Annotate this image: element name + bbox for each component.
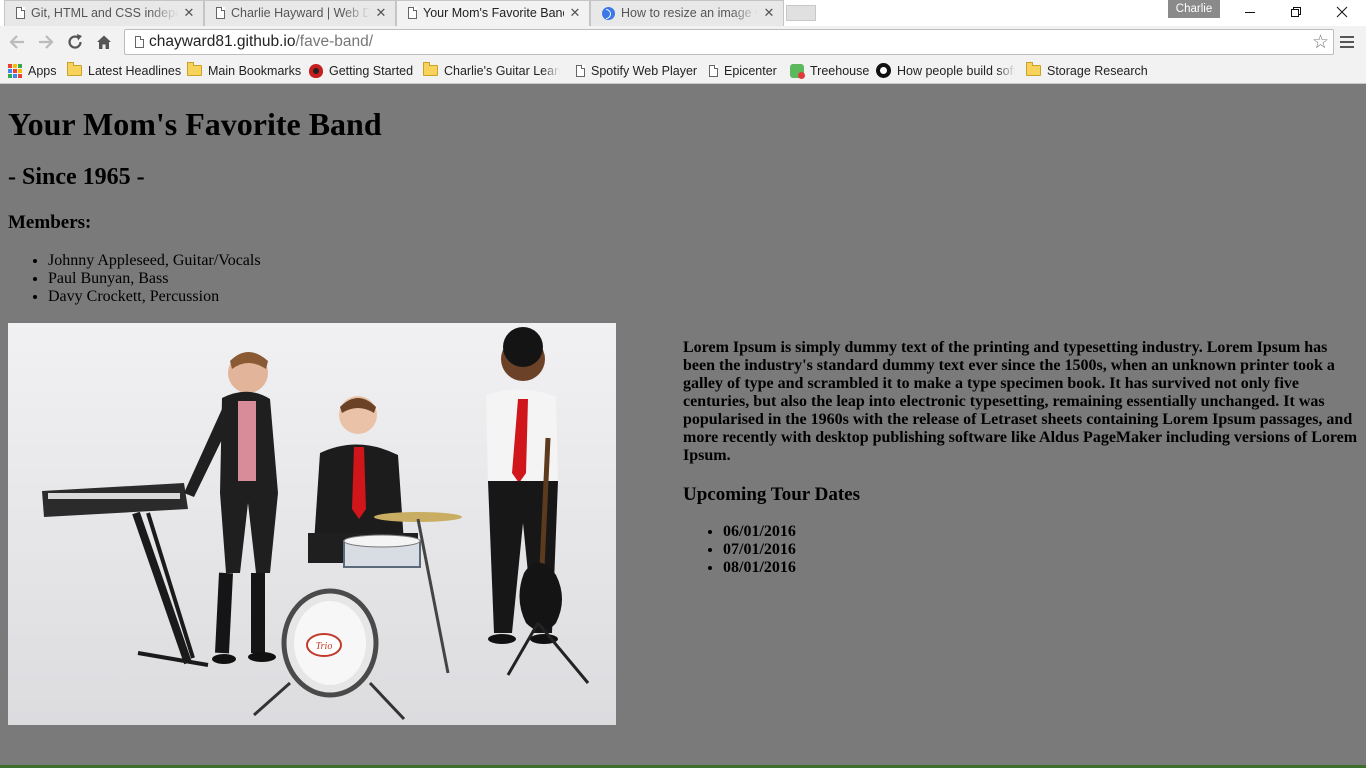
profile-button[interactable]: Charlie — [1168, 0, 1220, 18]
bookmark-label: Getting Started — [329, 63, 414, 78]
tour-dates-list: 06/01/2016 07/01/2016 08/01/2016 — [683, 523, 796, 577]
member-item: Johnny Appleseed, Guitar/Vocals — [48, 252, 261, 270]
tab-title: Charlie Hayward | Web De — [231, 6, 370, 20]
member-item: Paul Bunyan, Bass — [48, 270, 261, 288]
band-photo: Trio — [8, 323, 616, 725]
bookmark-github[interactable]: How people build soft — [876, 58, 1015, 83]
bookmark-label: Spotify Web Player — [591, 63, 698, 78]
page-info-icon[interactable] — [135, 36, 144, 48]
forward-arrow-icon — [39, 35, 54, 49]
close-icon[interactable]: ✕ — [762, 5, 776, 21]
github-icon — [876, 63, 891, 78]
folder-icon — [423, 62, 438, 76]
restore-button[interactable] — [1273, 0, 1319, 24]
bookmark-treehouse[interactable]: Treehouse — [790, 58, 869, 83]
bookmark-label: Latest Headlines — [88, 63, 182, 78]
tab-charlie-hayward[interactable]: Charlie Hayward | Web De ✕ — [204, 0, 396, 26]
bookmark-label: Treehouse — [810, 63, 870, 78]
tour-date-item: 08/01/2016 — [723, 559, 796, 577]
home-icon — [97, 35, 111, 49]
document-icon — [576, 64, 585, 77]
bookmark-guitar-learning[interactable]: Charlie's Guitar Learni — [423, 58, 560, 83]
bookmark-storage-research[interactable]: Storage Research — [1026, 58, 1148, 83]
close-window-button[interactable] — [1319, 0, 1365, 24]
minimize-button[interactable] — [1227, 0, 1273, 24]
tab-resize-image[interactable]: How to resize an image w ✕ — [590, 0, 784, 26]
url-host: chayward81.github.io — [149, 33, 296, 50]
browser-menu-button[interactable] — [1340, 31, 1358, 53]
bookmark-star-icon[interactable]: ☆ — [1312, 31, 1329, 54]
address-bar[interactable]: chayward81.github.io/fave-band/ ☆ — [124, 29, 1334, 55]
members-heading: Members: — [8, 212, 92, 233]
browser-title-bar: Git, HTML and CSS indepe ✕ Charlie Haywa… — [0, 0, 1366, 26]
close-icon[interactable]: ✕ — [568, 5, 582, 21]
bookmark-getting-started[interactable]: Getting Started — [309, 58, 413, 83]
page-title: Your Mom's Favorite Band — [8, 106, 382, 142]
browser-toolbar: chayward81.github.io/fave-band/ ☆ — [0, 26, 1366, 58]
bookmark-label: Storage Research — [1047, 63, 1148, 78]
home-button[interactable] — [92, 30, 116, 54]
reload-button[interactable] — [63, 30, 87, 54]
bookmark-latest-headlines[interactable]: Latest Headlines — [67, 58, 181, 83]
drum-logo: Trio — [316, 641, 333, 652]
page-content: Your Mom's Favorite Band - Since 1965 - … — [0, 84, 1366, 768]
bookmark-spotify[interactable]: Spotify Web Player — [576, 58, 697, 83]
treehouse-icon — [790, 63, 805, 79]
bookmark-label: How people build soft — [897, 63, 1015, 78]
bookmark-label: Apps — [28, 63, 57, 78]
close-icon — [1336, 6, 1348, 18]
folder-icon — [187, 62, 202, 76]
new-tab-button[interactable] — [786, 5, 816, 21]
document-icon — [709, 64, 718, 77]
bookmark-label: Epicenter — [724, 63, 777, 78]
flame-icon — [309, 63, 323, 78]
back-button[interactable] — [5, 30, 29, 54]
document-icon — [16, 7, 25, 19]
band-description: Lorem Ipsum is simply dummy text of the … — [683, 339, 1358, 464]
band-photo-illustration: Trio — [8, 323, 616, 725]
tour-date-item: 07/01/2016 — [723, 541, 796, 559]
bookmarks-bar: Apps Latest Headlines Main Bookmarks Get… — [0, 58, 1366, 84]
bookmark-main-bookmarks[interactable]: Main Bookmarks — [187, 58, 301, 83]
url-text: chayward81.github.io/fave-band/ — [149, 33, 373, 51]
tab-title: Your Mom's Favorite Band — [423, 6, 564, 20]
document-icon — [216, 7, 225, 19]
bookmark-label: Charlie's Guitar Learni — [444, 63, 560, 78]
globe-icon — [602, 6, 615, 20]
minimize-icon — [1245, 12, 1255, 13]
member-item: Davy Crockett, Percussion — [48, 288, 261, 306]
apps-icon — [8, 63, 22, 78]
tab-title: Git, HTML and CSS indepe — [31, 6, 178, 20]
back-arrow-icon — [9, 35, 24, 49]
tab-git-html-css[interactable]: Git, HTML and CSS indepe ✕ — [4, 0, 204, 26]
folder-icon — [67, 62, 82, 76]
tab-title: How to resize an image w — [621, 6, 758, 20]
url-path: /fave-band/ — [295, 33, 374, 50]
since-subtitle: - Since 1965 - — [8, 164, 145, 190]
close-icon[interactable]: ✕ — [374, 5, 388, 21]
tour-heading: Upcoming Tour Dates — [683, 484, 861, 505]
bookmark-epicenter[interactable]: Epicenter — [709, 58, 777, 83]
bookmark-label: Main Bookmarks — [208, 63, 302, 78]
restore-icon — [1291, 7, 1301, 17]
forward-button[interactable] — [34, 30, 58, 54]
members-list: Johnny Appleseed, Guitar/Vocals Paul Bun… — [8, 252, 261, 306]
close-icon[interactable]: ✕ — [182, 5, 196, 21]
bookmark-apps[interactable]: Apps — [8, 58, 57, 83]
document-icon — [408, 7, 417, 19]
folder-icon — [1026, 62, 1041, 76]
reload-icon — [68, 34, 82, 49]
tab-fave-band[interactable]: Your Mom's Favorite Band ✕ — [396, 0, 590, 26]
tour-date-item: 06/01/2016 — [723, 523, 796, 541]
